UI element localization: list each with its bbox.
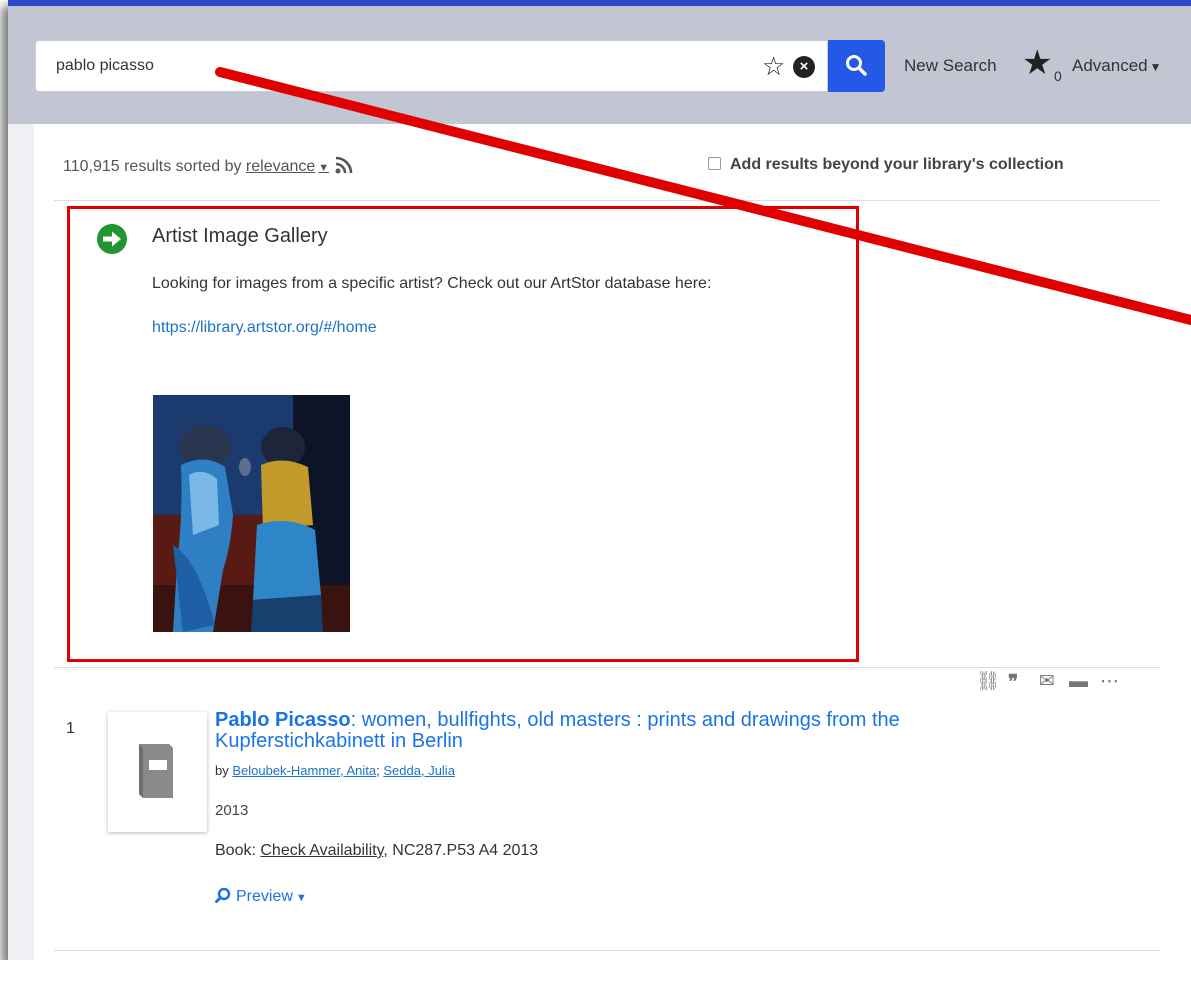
result-format: Book: Check Availability, NC287.P53 A4 2… — [215, 842, 538, 860]
star-outline-icon[interactable]: ☆ — [762, 51, 785, 81]
beyond-collection-option[interactable]: Add results beyond your library's collec… — [708, 156, 1064, 174]
gallery-title: Artist Image Gallery — [152, 225, 328, 247]
email-icon[interactable]: ✉ — [1039, 670, 1055, 694]
folder-add-icon[interactable]: ▬ — [1069, 670, 1088, 694]
divider — [54, 200, 1160, 201]
artist-painting-image[interactable] — [153, 395, 350, 632]
search-query-text: pablo picasso — [56, 57, 154, 74]
sort-label: relevance — [245, 158, 316, 175]
saved-star-icon[interactable]: ★ — [1022, 46, 1052, 80]
divider — [54, 950, 1160, 951]
link-icon[interactable]: ⛓ — [976, 670, 1000, 694]
search-header: pablo picasso ☆ × New Search ★ 0 Advance… — [8, 6, 1191, 124]
result-item: ⛓ ❞ ✉ ▬ ⋯ 1 Pablo Picasso: women, bullfi… — [34, 670, 1191, 950]
preview-dropdown[interactable]: Preview ▼ — [215, 887, 307, 906]
result-authors: by Beloubek-Hammer, Anita; Sedda, Julia — [215, 763, 455, 778]
format-label: Book: — [215, 842, 261, 859]
rss-icon[interactable] — [335, 156, 353, 179]
caret-down-icon: ▼ — [1149, 60, 1162, 74]
divider — [54, 667, 1160, 668]
call-number: , NC287.P53 A4 2013 — [383, 842, 539, 859]
author-link[interactable]: Sedda, Julia — [383, 763, 455, 778]
search-button[interactable] — [828, 40, 885, 92]
artist-gallery-box: Artist Image Gallery Looking for images … — [67, 206, 859, 662]
screenshot-frame: pablo picasso ☆ × New Search ★ 0 Advance… — [8, 0, 1191, 960]
search-input[interactable]: pablo picasso ☆ × — [35, 40, 828, 92]
results-summary: 110,915 results sorted by relevance ▼ — [63, 156, 353, 179]
preview-label: Preview — [236, 888, 293, 905]
sort-dropdown[interactable]: relevance ▼ — [246, 158, 329, 175]
book-cover-thumbnail[interactable] — [108, 712, 207, 832]
advanced-label: Advanced — [1072, 56, 1148, 75]
result-title-bold: Pablo Picasso — [215, 709, 351, 731]
result-title-link[interactable]: Pablo Picasso: women, bullfights, old ma… — [215, 710, 935, 752]
search-icon — [846, 55, 867, 76]
caret-down-icon: ▼ — [318, 162, 330, 174]
new-search-link[interactable]: New Search — [904, 56, 997, 76]
beyond-collection-label: Add results beyond your library's collec… — [730, 156, 1064, 173]
book-icon — [139, 744, 173, 798]
results-panel: 110,915 results sorted by relevance ▼ Add… — [34, 124, 1191, 960]
advanced-search-link[interactable]: Advanced ▼ — [1072, 56, 1162, 76]
clear-icon[interactable]: × — [793, 56, 815, 78]
artstor-link[interactable]: https://library.artstor.org/#/home — [152, 319, 377, 337]
beyond-collection-checkbox[interactable] — [708, 157, 721, 170]
result-year: 2013 — [215, 802, 249, 819]
caret-down-icon: ▼ — [295, 892, 307, 904]
check-availability-link[interactable]: Check Availability — [260, 842, 383, 859]
magnify-icon — [215, 887, 231, 903]
gallery-text: Looking for images from a specific artis… — [152, 275, 712, 292]
by-label: by — [215, 763, 233, 778]
result-number: 1 — [66, 720, 75, 737]
more-icon[interactable]: ⋯ — [1100, 670, 1119, 694]
page-background — [0, 960, 1191, 994]
results-count-text: 110,915 results sorted by — [63, 158, 246, 175]
arrow-right-circle-icon — [97, 224, 127, 254]
saved-count: 0 — [1054, 68, 1062, 84]
quote-icon[interactable]: ❞ — [1008, 670, 1018, 694]
author-link[interactable]: Beloubek-Hammer, Anita — [232, 763, 376, 778]
